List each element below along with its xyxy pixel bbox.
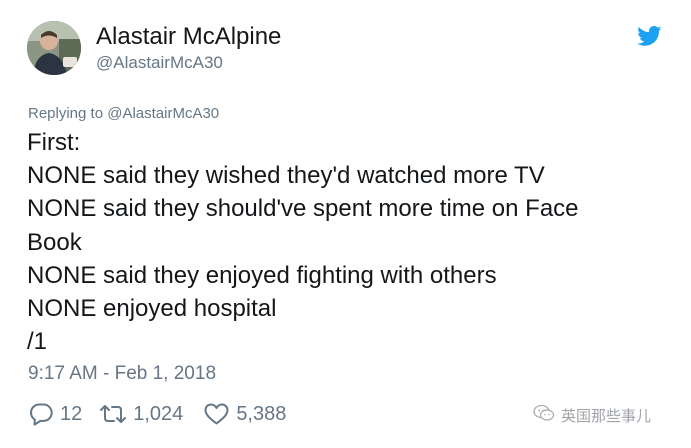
reply-bubble-icon	[28, 402, 54, 426]
wechat-icon	[533, 404, 555, 427]
reply-button[interactable]: 12	[28, 402, 82, 426]
like-button[interactable]: 5,388	[203, 402, 286, 426]
tweet-timestamp[interactable]: 9:17 AM - Feb 1, 2018	[28, 362, 216, 386]
tweet-actions: 12 1,024 5,388	[28, 400, 286, 428]
tweet-line: NONE said they enjoyed fighting with oth…	[27, 261, 497, 289]
tweet-line: Book	[27, 228, 82, 256]
tweet-text: First: NONE said they wished they'd watc…	[27, 126, 667, 358]
watermark-text: 英国那些事儿	[561, 407, 652, 425]
tweet-line: /1	[27, 328, 48, 356]
avatar[interactable]	[27, 21, 81, 75]
retweet-button[interactable]: 1,024	[99, 402, 183, 426]
author-handle[interactable]: @AlastairMcA30	[96, 52, 223, 74]
tweet-line: NONE said they should've spent more time…	[27, 195, 579, 223]
author-display-name[interactable]: Alastair McAlpine	[96, 22, 281, 52]
watermark: 英国那些事儿	[533, 404, 651, 427]
replying-to-label[interactable]: Replying to @AlastairMcA30	[28, 104, 219, 124]
reply-count: 12	[60, 403, 83, 425]
tweet-line: NONE enjoyed hospital	[27, 295, 277, 323]
tweet-line: NONE said they wished they'd watched mor…	[27, 162, 545, 190]
twitter-bird-icon[interactable]	[637, 26, 662, 46]
retweet-icon	[99, 402, 127, 426]
like-count: 5,388	[236, 403, 287, 425]
tweet-line: First:	[27, 129, 81, 156]
retweet-count: 1,024	[133, 403, 184, 425]
heart-icon	[203, 402, 230, 426]
